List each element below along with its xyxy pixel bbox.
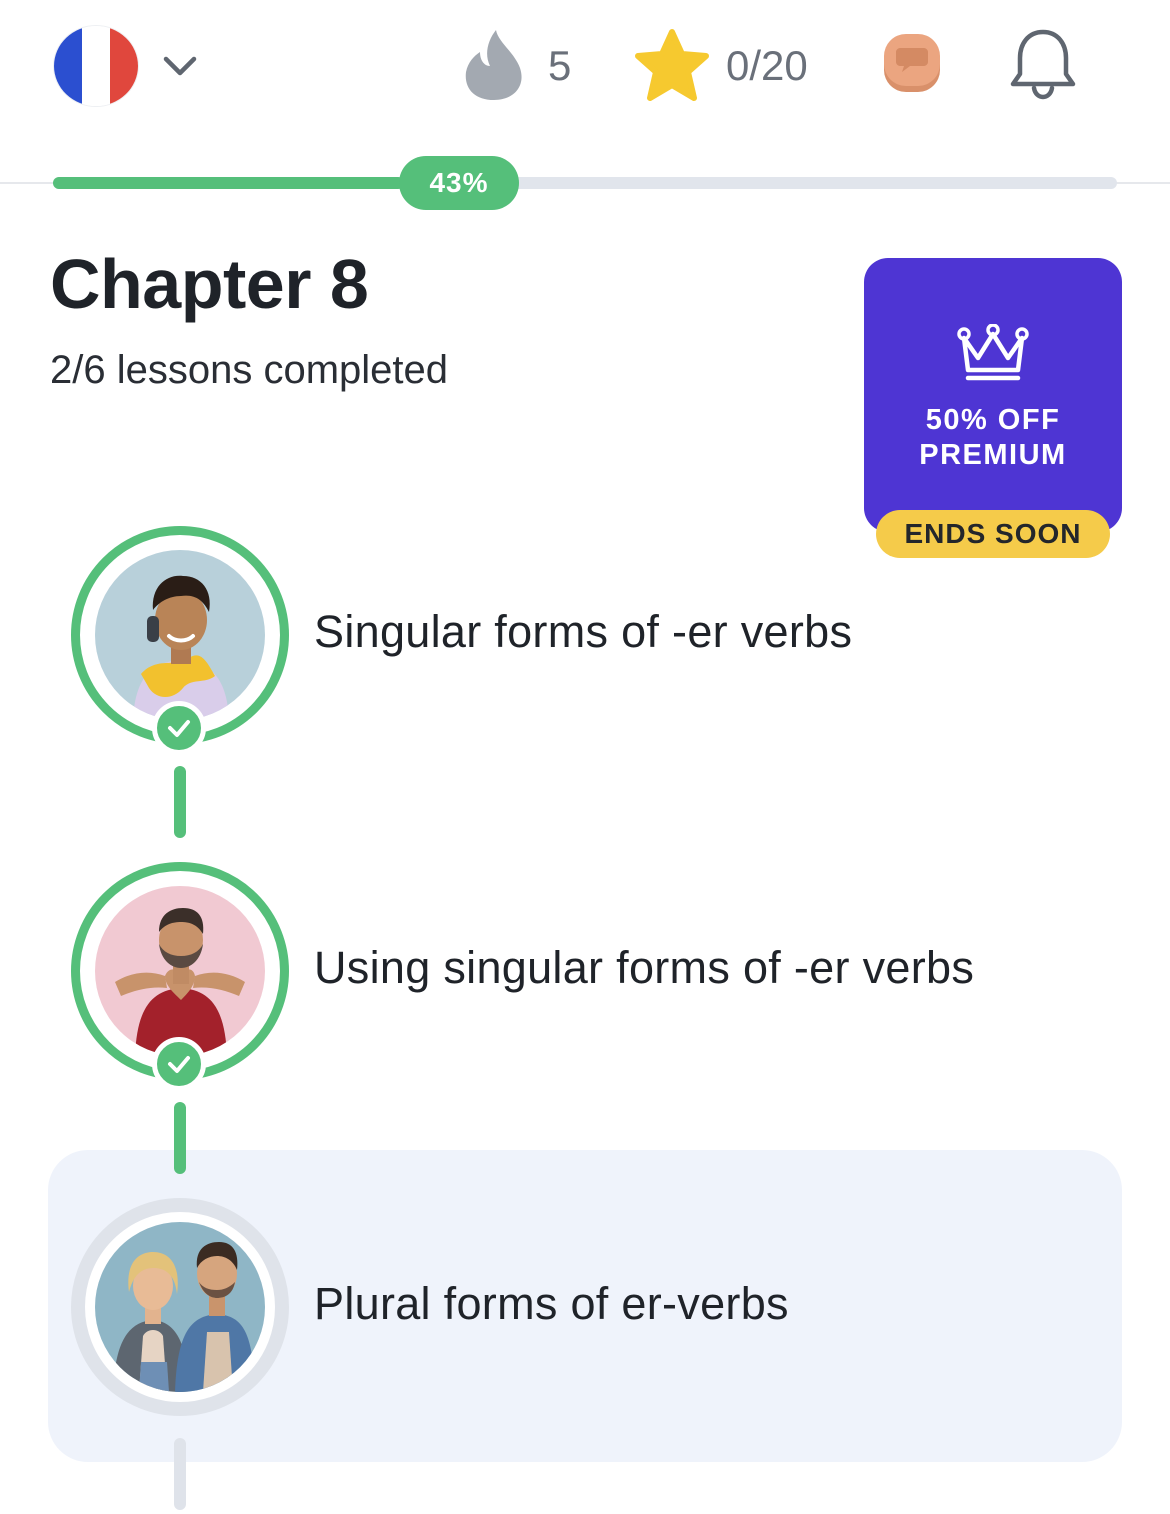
lesson-3-avatar[interactable] <box>71 1198 289 1416</box>
flame-icon[interactable] <box>462 28 526 102</box>
path-connector-completed <box>174 1102 186 1174</box>
lesson-2-photo <box>95 886 265 1056</box>
lesson-2-title[interactable]: Using singular forms of -er verbs <box>314 942 974 994</box>
flag-stripe-blue <box>54 26 82 106</box>
lesson-1-title[interactable]: Singular forms of -er verbs <box>314 606 852 658</box>
premium-product-label: PREMIUM <box>919 439 1067 471</box>
ends-soon-badge: ENDS SOON <box>876 510 1110 558</box>
lesson-3-title[interactable]: Plural forms of er-verbs <box>314 1278 789 1330</box>
crown-icon <box>957 324 1029 381</box>
premium-discount-label: 50% OFF <box>925 404 1061 436</box>
lesson-2-avatar[interactable] <box>71 862 289 1091</box>
flag-stripe-red <box>110 26 138 106</box>
top-bar: 5 0/20 <box>0 0 1170 184</box>
lesson-1-completed-check-icon <box>152 701 206 755</box>
chapter-subtitle: 2/6 lessons completed <box>50 348 449 392</box>
premium-offer-card[interactable]: 50% OFF PREMIUM <box>864 258 1122 532</box>
chapter-progress-bar <box>53 177 1117 189</box>
xp-progress: 0/20 <box>726 42 808 89</box>
path-connector-upcoming <box>174 1438 186 1510</box>
flag-stripe-white <box>82 26 110 106</box>
chapter-progress-fill <box>53 177 405 189</box>
path-connector-completed <box>174 766 186 838</box>
lesson-1-photo <box>95 550 265 720</box>
speech-bubble-icon[interactable] <box>880 30 944 96</box>
chapter-title: Chapter 8 <box>50 245 369 323</box>
lesson-3-photo <box>95 1222 265 1392</box>
star-icon[interactable] <box>632 28 712 104</box>
chapter-progress-badge: 43% <box>399 156 519 210</box>
language-flag-icon[interactable] <box>54 26 138 106</box>
chevron-down-icon[interactable] <box>160 46 200 86</box>
bell-icon[interactable] <box>1006 26 1080 102</box>
lesson-2-completed-check-icon <box>152 1037 206 1091</box>
streak-count: 5 <box>548 42 572 89</box>
lesson-1-avatar[interactable] <box>71 526 289 755</box>
